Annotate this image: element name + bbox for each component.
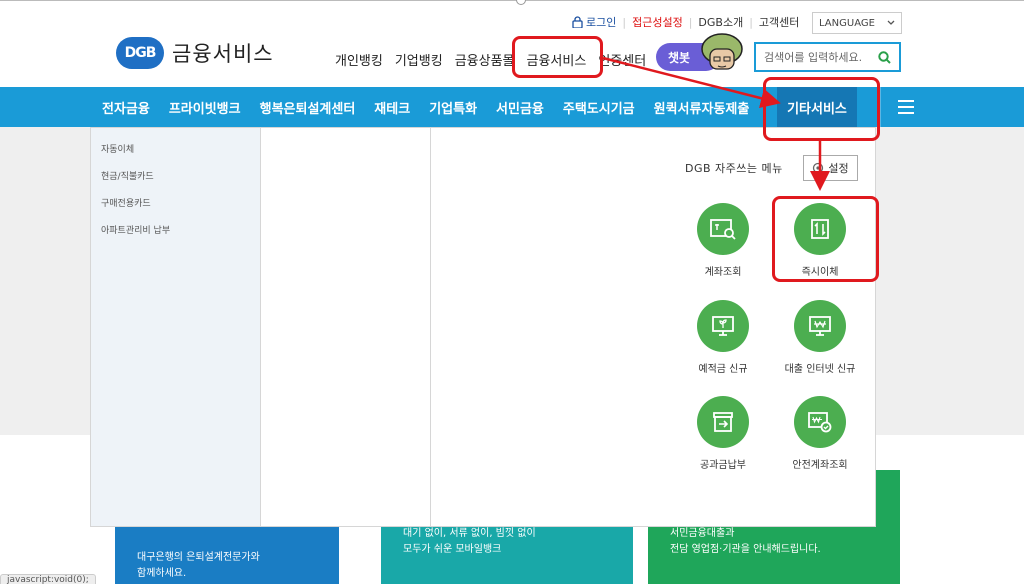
topnav-item[interactable]: 기업뱅킹 bbox=[395, 50, 443, 69]
gnb-item[interactable]: 전자금융 bbox=[102, 98, 150, 117]
account-inquiry-icon bbox=[710, 219, 736, 240]
quick-item-label: 공과금납부 bbox=[700, 460, 746, 471]
language-select[interactable]: LANGUAGE bbox=[812, 12, 902, 34]
gnb-item[interactable]: 프라이빗뱅크 bbox=[169, 98, 241, 117]
login-link[interactable]: 로그인 bbox=[572, 14, 616, 30]
safe-account-icon bbox=[808, 412, 832, 433]
window-top-edge bbox=[0, 0, 1024, 4]
submenu-item[interactable]: 구매전용카드 bbox=[101, 196, 260, 209]
highlight-other-services bbox=[763, 77, 880, 141]
chevron-down-icon bbox=[887, 20, 895, 25]
lock-icon bbox=[572, 16, 583, 28]
submenu-item[interactable]: 자동이체 bbox=[101, 142, 260, 155]
quick-item-label: 대출 인터넷 신규 bbox=[784, 364, 856, 375]
quick-menu: DGB 자주쓰는 메뉴 설정 계좌조회 즉시이체 예적금 신규 대출 인터넷 신… bbox=[668, 128, 877, 526]
accessibility-link[interactable]: 접근성설정 bbox=[632, 14, 683, 30]
card-text: 전담 영업점·기관을 안내해드립니다. bbox=[670, 544, 821, 555]
monitor-sprout-icon bbox=[712, 316, 734, 336]
chatbot-label: 챗봇 bbox=[668, 50, 691, 65]
quick-menu-title: DGB 자주쓰는 메뉴 bbox=[685, 162, 783, 175]
highlight-financial-service bbox=[512, 36, 603, 78]
quick-item-account-inquiry[interactable]: 계좌조회 bbox=[678, 203, 768, 278]
quick-item-safe-account[interactable]: 안전계좌조회 bbox=[775, 396, 865, 471]
quick-item-utility-payment[interactable]: 공과금납부 bbox=[678, 396, 768, 471]
card-text: 대구은행의 은퇴설계전문가와 bbox=[137, 552, 260, 563]
gnb-item[interactable]: 기업특화 bbox=[429, 98, 477, 117]
card-text: 함께하세요. bbox=[137, 568, 187, 579]
language-label: LANGUAGE bbox=[819, 17, 875, 29]
about-link[interactable]: DGB소개 bbox=[698, 14, 743, 30]
gnb-items: 전자금융 프라이빗뱅크 행복은퇴설계센터 재테크 기업특화 서민금융 주택도시기… bbox=[102, 87, 768, 127]
highlight-instant-transfer bbox=[772, 196, 879, 282]
bill-payment-icon bbox=[713, 412, 733, 432]
quick-item-deposit-new[interactable]: 예적금 신규 bbox=[678, 300, 768, 375]
card-text: 대기 없이, 서류 없이, 빔낏 없이 bbox=[403, 528, 536, 539]
gnb-item[interactable]: 서민금융 bbox=[496, 98, 544, 117]
gnb-item[interactable]: 재테크 bbox=[374, 98, 410, 117]
quick-item-label: 계좌조회 bbox=[704, 267, 742, 278]
resize-handle[interactable] bbox=[516, 0, 526, 5]
gnb-divider bbox=[880, 87, 881, 127]
search-placeholder: 검색어를 입력하세요. bbox=[764, 51, 863, 64]
gnb-item[interactable]: 원퀵서류자동제출 bbox=[654, 98, 750, 117]
chatbot-character-icon bbox=[701, 33, 743, 70]
login-label: 로그인 bbox=[586, 16, 617, 29]
gnb-item[interactable]: 행복은퇴설계센터 bbox=[260, 98, 356, 117]
status-bar-url: javascript:void(0); bbox=[0, 574, 96, 584]
settings-button[interactable]: 설정 bbox=[803, 155, 858, 181]
page: 로그인 | 접근성설정 | DGB소개 | 고객센터 LANGUAGE DGB … bbox=[0, 0, 1024, 584]
dgb-logo-mark: DGB bbox=[116, 37, 164, 69]
gear-icon bbox=[813, 162, 824, 174]
utility-bar: 로그인 | 접근성설정 | DGB소개 | 고객센터 bbox=[572, 14, 799, 30]
divider: | bbox=[622, 15, 627, 29]
submenu-item[interactable]: 아파트관리비 납부 bbox=[101, 223, 260, 236]
submenu-column: 자동이체 현금/직불카드 구매전용카드 아파트관리비 납부 bbox=[91, 128, 261, 526]
settings-label: 설정 bbox=[828, 162, 849, 175]
topnav-item[interactable]: 인증센터 bbox=[598, 50, 646, 69]
quick-item-loan-new[interactable]: 대출 인터넷 신규 bbox=[775, 300, 865, 375]
mega-menu-dropdown: 자동이체 현금/직불카드 구매전용카드 아파트관리비 납부 DGB 자주쓰는 메… bbox=[90, 127, 876, 527]
search-input[interactable]: 검색어를 입력하세요. bbox=[754, 42, 901, 72]
submenu-column-empty bbox=[261, 128, 431, 526]
menu-icon[interactable] bbox=[898, 100, 914, 114]
monitor-won-icon bbox=[809, 316, 831, 336]
brand-title: 금융서비스 bbox=[172, 42, 274, 66]
card-text: 모두가 쉬운 모바일뱅크 bbox=[403, 544, 502, 555]
topnav-item[interactable]: 개인뱅킹 bbox=[335, 50, 383, 69]
divider: | bbox=[749, 15, 753, 29]
quick-item-label: 예적금 신규 bbox=[698, 364, 748, 375]
search-icon[interactable] bbox=[878, 50, 891, 64]
topnav-item[interactable]: 금융상품몰 bbox=[455, 50, 515, 69]
support-link[interactable]: 고객센터 bbox=[759, 14, 799, 30]
submenu-item[interactable]: 현금/직불카드 bbox=[101, 169, 260, 182]
brand-logo[interactable]: DGB 금융서비스 bbox=[116, 37, 274, 69]
divider: | bbox=[688, 15, 693, 29]
quick-item-label: 안전계좌조회 bbox=[792, 460, 848, 471]
card-text: 서민금융대출과 bbox=[670, 528, 735, 539]
gnb-item[interactable]: 주택도시기금 bbox=[563, 98, 635, 117]
